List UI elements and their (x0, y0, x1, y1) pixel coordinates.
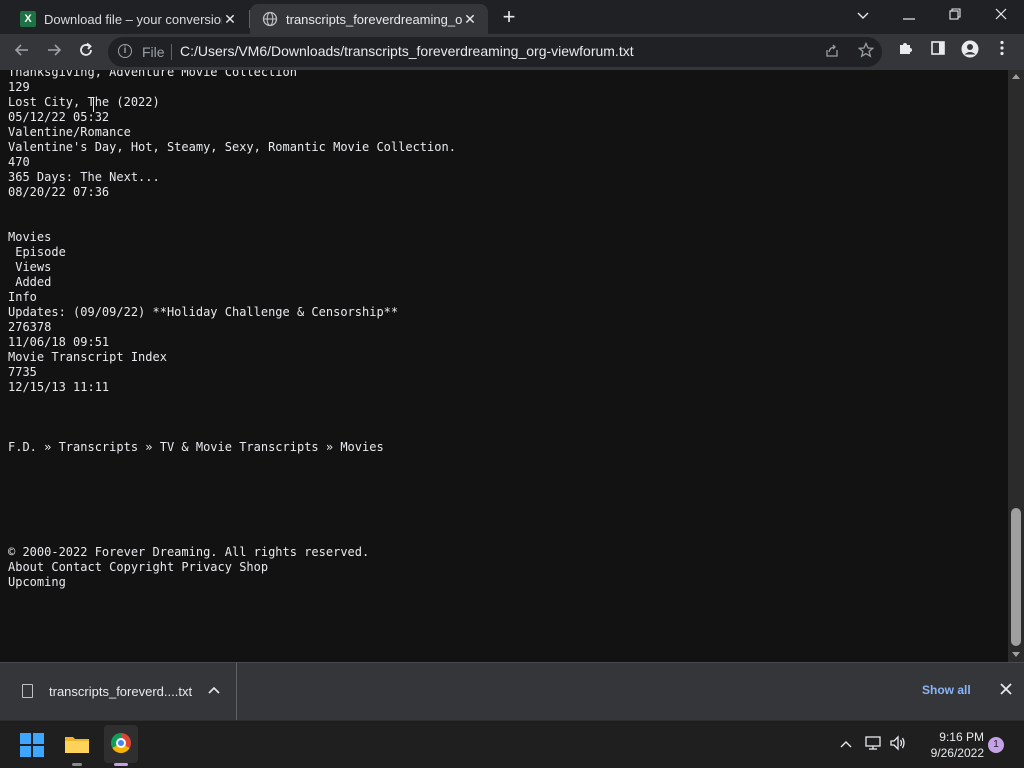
text-line: 129 (8, 80, 30, 94)
text-line: 470 (8, 155, 30, 169)
url-text[interactable]: C:/Users/VM6/Downloads/transcripts_forev… (180, 43, 634, 59)
chrome-icon (111, 733, 131, 753)
excel-icon: X (20, 11, 36, 27)
tab-download-file[interactable]: X Download file – your conversion ✕ (8, 4, 248, 34)
scheme-label: File (142, 44, 165, 60)
text-line: 276378 (8, 320, 52, 334)
text-line: Upcoming (8, 575, 66, 589)
text-line: F.D. » Transcripts » TV & Movie Transcri… (8, 440, 384, 454)
text-line (8, 530, 456, 545)
chrome-taskbar-button[interactable] (104, 725, 138, 763)
globe-icon (262, 11, 278, 27)
text-line: Thanksgiving, Adventure Movie Collection (8, 70, 297, 79)
address-bar[interactable]: i File C:/Users/VM6/Downloads/transcript… (108, 37, 882, 67)
text-line: About Contact Copyright Privacy Shop (8, 560, 269, 574)
plain-text-body: Thanksgiving, Adventure Movie Collection… (8, 70, 456, 590)
text-line: 7735 (8, 365, 37, 379)
text-line: © 2000-2022 Forever Dreaming. All rights… (8, 545, 370, 559)
text-line (8, 410, 456, 425)
forward-button[interactable] (42, 40, 66, 64)
text-line (8, 500, 456, 515)
tab-search-chevron-icon[interactable] (840, 0, 886, 30)
text-line: Added (8, 275, 52, 289)
scroll-up-arrow-icon[interactable] (1012, 74, 1020, 79)
text-line (8, 455, 456, 470)
extensions-puzzle-icon[interactable] (894, 40, 918, 64)
text-line: Episode (8, 245, 66, 259)
close-window-button[interactable] (978, 0, 1024, 30)
close-shelf-icon[interactable] (996, 681, 1016, 701)
share-icon[interactable] (822, 42, 842, 62)
download-shelf: transcripts_foreverd....txt Show all (0, 662, 1024, 720)
text-line (8, 215, 456, 230)
info-icon[interactable]: i (118, 44, 132, 58)
text-line: Movies (8, 230, 52, 244)
clock-date[interactable]: 9/26/2022 (914, 746, 984, 760)
bookmark-star-icon[interactable] (856, 41, 876, 62)
text-cursor-icon (93, 98, 94, 112)
tab-transcripts[interactable]: transcripts_foreverdreaming_org ✕ (250, 4, 488, 34)
text-line: 05/12/22 05:32 (8, 110, 110, 124)
vertical-scrollbar[interactable] (1008, 70, 1024, 662)
text-line: Updates: (09/09/22) **Holiday Challenge … (8, 305, 399, 319)
download-item[interactable]: transcripts_foreverd....txt (0, 663, 237, 720)
text-line (8, 395, 456, 410)
text-line: 11/06/18 09:51 (8, 335, 110, 349)
reload-button[interactable] (74, 40, 98, 64)
notification-badge[interactable]: 1 (988, 737, 1004, 753)
text-line: Views (8, 260, 52, 274)
text-line (8, 485, 456, 500)
close-icon[interactable]: ✕ (222, 11, 238, 28)
text-line (8, 470, 456, 485)
show-all-link[interactable]: Show all (922, 683, 971, 697)
browser-toolbar: i File C:/Users/VM6/Downloads/transcript… (0, 34, 1024, 70)
menu-kebab-icon[interactable] (990, 40, 1014, 64)
file-icon (22, 684, 33, 698)
chevron-up-icon[interactable] (838, 735, 854, 751)
side-panel-icon[interactable] (926, 40, 950, 64)
close-icon[interactable]: ✕ (462, 11, 478, 28)
text-line (8, 425, 456, 440)
text-line (8, 515, 456, 530)
tab-title: transcripts_foreverdreaming_org (286, 11, 462, 27)
scrollbar-thumb[interactable] (1011, 508, 1021, 646)
download-filename[interactable]: transcripts_foreverd....txt (49, 684, 192, 699)
text-line: Info (8, 290, 37, 304)
file-explorer-icon[interactable] (64, 733, 90, 755)
text-line: Valentine/Romance (8, 125, 131, 139)
clock-time[interactable]: 9:16 PM (924, 730, 984, 744)
network-icon[interactable] (864, 735, 882, 754)
text-line: 12/15/13 11:11 (8, 380, 110, 394)
volume-icon[interactable] (889, 735, 907, 754)
scroll-down-arrow-icon[interactable] (1012, 652, 1020, 657)
tab-title: Download file – your conversion (44, 11, 222, 27)
page-content[interactable]: Thanksgiving, Adventure Movie Collection… (0, 70, 1008, 662)
minimize-button[interactable] (886, 0, 932, 30)
text-line: Valentine's Day, Hot, Steamy, Sexy, Roma… (8, 140, 456, 154)
text-line: 08/20/22 07:36 (8, 185, 110, 199)
running-indicator (72, 763, 82, 766)
text-line: Lost City, The (2022) (8, 95, 160, 109)
text-line: Movie Transcript Index (8, 350, 167, 364)
address-divider (171, 44, 172, 60)
back-button[interactable] (10, 40, 34, 64)
text-line (8, 200, 456, 215)
tab-strip: X Download file – your conversion ✕ tran… (0, 0, 1024, 34)
active-indicator (114, 763, 128, 766)
restore-button[interactable] (932, 0, 978, 30)
windows-start-icon[interactable] (20, 733, 44, 757)
new-tab-button[interactable]: + (498, 6, 520, 28)
text-line: 365 Days: The Next... (8, 170, 160, 184)
profile-avatar-icon[interactable] (958, 40, 982, 64)
windows-taskbar: 9:16 PM 9/26/2022 1 (0, 720, 1024, 768)
chevron-up-icon[interactable] (206, 682, 222, 698)
